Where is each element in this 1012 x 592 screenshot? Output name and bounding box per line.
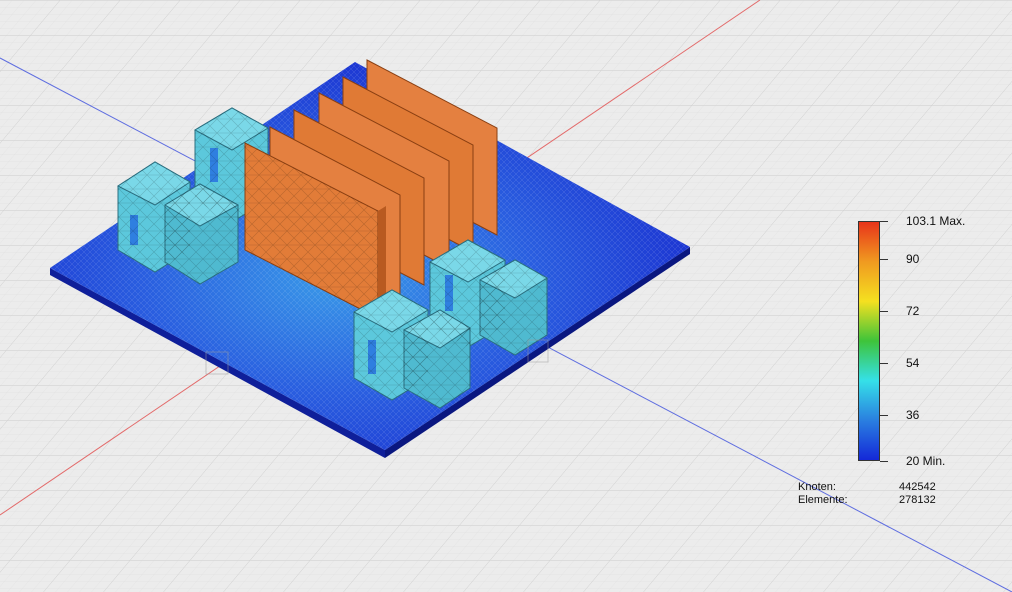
- elements-label: Elemente:: [798, 494, 848, 506]
- legend-tick-label: 36: [906, 408, 920, 422]
- stat-nodes: Knoten: 442542: [798, 481, 936, 494]
- legend-tick: 72: [880, 304, 919, 318]
- legend-tick: 90: [880, 252, 919, 266]
- legend-tick-label: 103.1 Max.: [906, 214, 966, 228]
- stat-elements: Elemente: 278132: [798, 494, 936, 507]
- legend-color-scale: [858, 221, 880, 461]
- legend-tick-min: 20 Min.: [880, 454, 945, 468]
- nodes-value: 442542: [899, 481, 936, 493]
- elements-value: 278132: [899, 494, 936, 506]
- legend-tick: 36: [880, 408, 919, 422]
- legend-tick-label: 72: [906, 304, 920, 318]
- legend-tick-max: 103.1 Max.: [880, 214, 965, 228]
- temperature-legend: 103.1 Max. 90 72 54 36 20 Min.: [856, 214, 986, 468]
- legend-tick-label: 20 Min.: [906, 454, 946, 468]
- legend-tick-label: 90: [906, 252, 920, 266]
- legend-tick-label: 54: [906, 356, 920, 370]
- mesh-statistics: Knoten: 442542 Elemente: 278132: [798, 481, 936, 507]
- nodes-label: Knoten:: [798, 481, 836, 493]
- legend-tick: 54: [880, 356, 919, 370]
